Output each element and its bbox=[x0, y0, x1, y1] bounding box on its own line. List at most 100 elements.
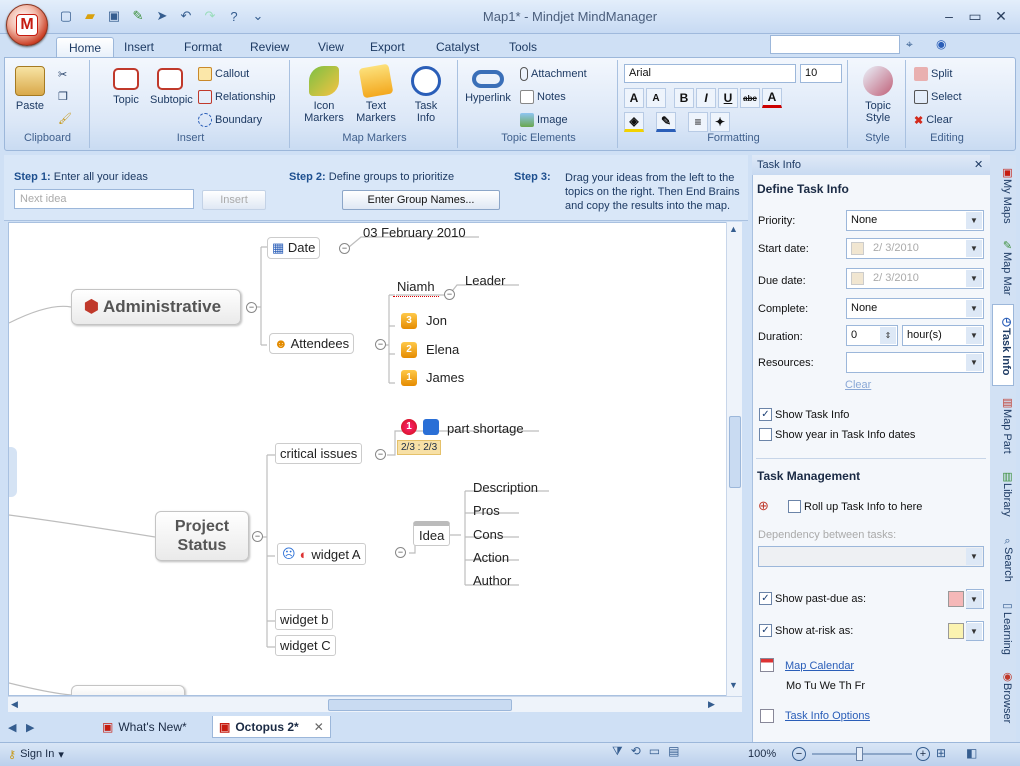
collapse-widget-a[interactable]: − bbox=[395, 547, 406, 558]
spinner-icon[interactable]: ⇕ bbox=[880, 327, 896, 344]
tab-tools[interactable]: Tools bbox=[497, 37, 549, 57]
relationship-button[interactable]: Relationship bbox=[198, 87, 276, 107]
paste-button[interactable]: Paste bbox=[10, 66, 50, 112]
fit-map-icon[interactable]: ▭ bbox=[649, 744, 660, 764]
outline-view-icon[interactable]: ▤ bbox=[668, 744, 679, 764]
help-circle-icon[interactable]: ◉ bbox=[936, 37, 946, 51]
scroll-down-icon[interactable]: ▼ bbox=[729, 680, 738, 690]
maximize-icon[interactable]: ▭ bbox=[964, 8, 986, 26]
minimize-icon[interactable]: – bbox=[938, 8, 960, 26]
show-past-due-checkbox[interactable]: ✓ Show past-due as: bbox=[759, 592, 866, 605]
tab-home[interactable]: Home bbox=[56, 37, 115, 59]
help-icon[interactable]: ? bbox=[224, 7, 244, 25]
topic-widget-b[interactable]: widget b bbox=[275, 609, 334, 630]
side-tab-task-info[interactable]: ◷Task Info bbox=[992, 304, 1014, 386]
next-idea-input[interactable]: Next idea bbox=[14, 189, 194, 209]
topic-niamh[interactable]: Niamh bbox=[393, 277, 439, 297]
strikethrough-icon[interactable]: abc bbox=[740, 88, 760, 108]
italic-icon[interactable]: I bbox=[696, 88, 716, 108]
clear-button[interactable]: ✖ Clear bbox=[914, 110, 953, 130]
topic-attendees[interactable]: ☻ Attendees bbox=[269, 333, 355, 354]
side-tab-map-markers[interactable]: ✎Map Mar bbox=[992, 234, 1014, 300]
topic-part-shortage[interactable]: part shortage bbox=[443, 419, 528, 438]
start-date-picker[interactable]: 2/ 3/2010 ▼ bbox=[846, 238, 984, 259]
zoom-in-icon[interactable]: + bbox=[916, 747, 930, 761]
panel-toggle-icon[interactable]: ◧ bbox=[966, 746, 977, 760]
at-risk-color-swatch[interactable] bbox=[948, 623, 964, 639]
bold-icon[interactable]: B bbox=[674, 88, 694, 108]
attachment-button[interactable]: Attachment bbox=[520, 64, 587, 84]
scroll-left-icon[interactable]: ◀ bbox=[11, 699, 18, 710]
due-date-picker[interactable]: 2/ 3/2010 ▼ bbox=[846, 268, 984, 289]
split-button[interactable]: Split bbox=[914, 64, 952, 84]
complete-select[interactable]: None ▼ bbox=[846, 298, 984, 319]
side-tab-my-maps[interactable]: ▣My Maps bbox=[992, 162, 1014, 228]
zoom-slider-thumb[interactable] bbox=[856, 747, 863, 761]
fit-page-icon[interactable]: ⊞ bbox=[936, 746, 946, 760]
topic-description[interactable]: Description bbox=[469, 478, 542, 497]
tab-review[interactable]: Review bbox=[238, 37, 301, 57]
dependency-select[interactable]: ▼ bbox=[758, 546, 984, 567]
tab-format[interactable]: Format bbox=[172, 37, 234, 57]
past-due-color-dropdown[interactable]: ▼ bbox=[966, 589, 984, 609]
side-tab-library[interactable]: ▥Library bbox=[992, 462, 1014, 524]
side-tab-map-parts[interactable]: ▤Map Part bbox=[992, 390, 1014, 460]
sign-in-button[interactable]: ⚷ Sign In ▾ bbox=[8, 748, 64, 761]
app-menu-button[interactable]: M bbox=[6, 4, 48, 46]
format-painter-2-icon[interactable]: ✦ bbox=[710, 112, 730, 132]
canvas-left-tab[interactable] bbox=[9, 447, 17, 497]
doc-tab-whats-new[interactable]: ▣ What's New* bbox=[96, 716, 193, 738]
line-color-icon[interactable]: ✎ bbox=[656, 112, 676, 132]
at-risk-color-dropdown[interactable]: ▼ bbox=[966, 621, 984, 641]
tab-view[interactable]: View bbox=[306, 37, 356, 57]
vertical-scroll-thumb[interactable] bbox=[729, 416, 741, 488]
panel-close-icon[interactable]: ✕ bbox=[974, 158, 983, 171]
topic-idea[interactable]: Idea bbox=[413, 521, 451, 546]
tab-insert[interactable]: Insert bbox=[112, 37, 166, 57]
map-calendar-link[interactable]: Map Calendar bbox=[785, 660, 854, 672]
side-tab-browser[interactable]: ◉Browser bbox=[992, 664, 1014, 730]
new-icon[interactable]: ▢ bbox=[56, 7, 76, 25]
past-due-color-swatch[interactable] bbox=[948, 591, 964, 607]
topic-date[interactable]: ▦ Date bbox=[267, 237, 321, 259]
topic-critical-issues[interactable]: critical issues bbox=[275, 443, 363, 464]
insert-idea-button[interactable]: Insert bbox=[202, 190, 266, 210]
notes-button[interactable]: Notes bbox=[520, 87, 566, 107]
close-tab-icon[interactable]: ✕ bbox=[314, 720, 324, 734]
image-button[interactable]: Image bbox=[520, 110, 568, 130]
callout-button[interactable]: Callout bbox=[198, 64, 249, 84]
doc-tab-octopus[interactable]: ▣ Octopus 2* ✕ bbox=[212, 716, 331, 738]
filter-icon[interactable]: ⧩ bbox=[612, 744, 623, 764]
horizontal-scrollbar[interactable]: ◀ ▶ bbox=[8, 696, 742, 712]
grow-font-icon[interactable]: A bbox=[624, 88, 644, 108]
scroll-right-icon[interactable]: ▶ bbox=[708, 699, 715, 710]
tab-nav-back-icon[interactable]: ◀ bbox=[8, 721, 16, 734]
fill-color-icon[interactable]: ◈ bbox=[624, 112, 644, 132]
vertical-scrollbar[interactable]: ▲ ▼ bbox=[726, 222, 742, 696]
layout-icon[interactable]: ⟲ bbox=[631, 744, 641, 764]
collapse-administrative[interactable]: − bbox=[246, 302, 257, 313]
map-canvas[interactable]: ⬢ Administrative − ▦ Date − 03 February … bbox=[8, 222, 742, 696]
clear-link[interactable]: Clear bbox=[845, 379, 871, 391]
topic-style-button[interactable]: Topic Style bbox=[856, 66, 900, 124]
topic-cons[interactable]: Cons bbox=[469, 525, 507, 544]
save-icon[interactable]: ▣ bbox=[104, 7, 124, 25]
save-all-icon[interactable]: ✎ bbox=[128, 7, 148, 25]
show-at-risk-checkbox[interactable]: ✓ Show at-risk as: bbox=[759, 624, 853, 637]
topic-action[interactable]: Action bbox=[469, 548, 513, 567]
topic-leader[interactable]: Leader bbox=[461, 271, 509, 290]
subtopic-button[interactable]: Subtopic bbox=[150, 68, 193, 106]
customize-qat-icon[interactable]: ⌄ bbox=[248, 7, 268, 25]
scroll-up-icon[interactable]: ▲ bbox=[729, 224, 738, 234]
task-info-button[interactable]: Task Info bbox=[406, 66, 446, 124]
enter-group-names-button[interactable]: Enter Group Names... bbox=[342, 190, 500, 210]
collapse-project-status[interactable]: − bbox=[252, 531, 263, 542]
send-icon[interactable]: ➤ bbox=[152, 7, 172, 25]
topic-project-status[interactable]: Project Status bbox=[155, 511, 249, 561]
binoculars-icon[interactable]: ⌖ bbox=[906, 37, 913, 52]
boundary-button[interactable]: Boundary bbox=[198, 110, 262, 130]
show-task-info-checkbox[interactable]: ✓ Show Task Info bbox=[759, 408, 849, 421]
tab-export[interactable]: Export bbox=[358, 37, 417, 57]
topic-administrative[interactable]: ⬢ Administrative bbox=[71, 289, 241, 325]
attendee-elena[interactable]: 2 Elena bbox=[401, 340, 463, 359]
